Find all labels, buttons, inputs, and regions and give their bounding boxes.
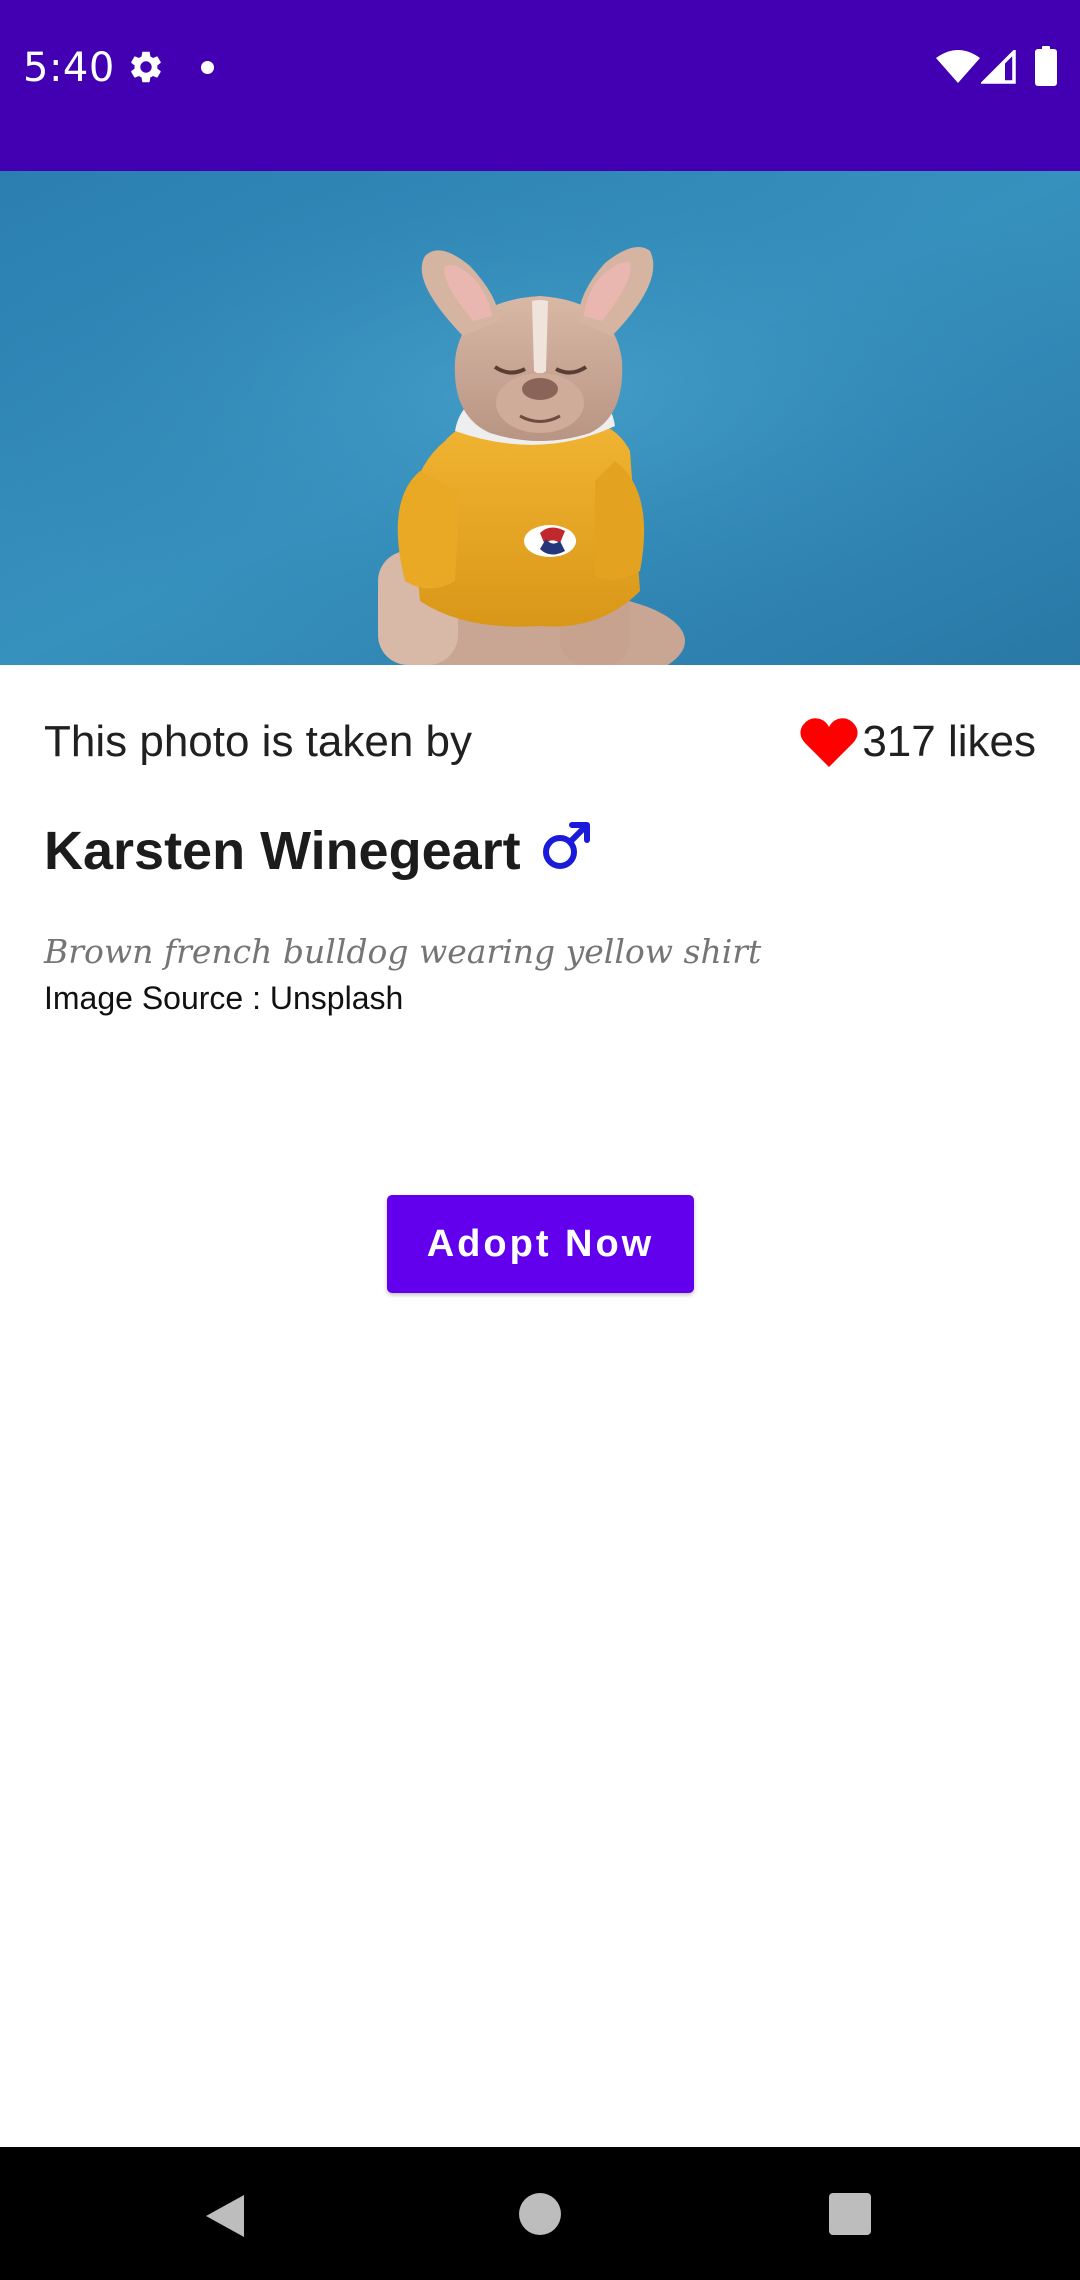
status-time: 5:40 (23, 45, 115, 91)
back-icon[interactable] (204, 2193, 246, 2239)
image-source: Image Source : Unsplash (44, 980, 404, 1016)
pet-detail-screen: 5:40 This photo is taken by 317 likes Ka… (0, 0, 1080, 2280)
home-icon[interactable] (519, 2193, 561, 2235)
navigation-bar (0, 2147, 1080, 2280)
taken-by-label: This photo is taken by (44, 717, 473, 766)
author-name: Karsten Winegeart (44, 821, 521, 881)
wifi-icon (936, 50, 980, 83)
notification-dot-icon (201, 61, 214, 74)
heart-icon[interactable] (800, 716, 858, 768)
author-row: Karsten Winegeart (44, 816, 591, 886)
gear-icon (131, 51, 161, 83)
signal-icon (981, 50, 1016, 84)
photo-description: Brown french bulldog wearing yellow shir… (44, 932, 762, 971)
likes-count: 317 likes (862, 717, 1036, 766)
adopt-now-button[interactable]: Adopt Now (387, 1195, 694, 1293)
status-bar: 5:40 (0, 0, 1080, 171)
recents-icon[interactable] (829, 2193, 871, 2235)
photo-credit-row: This photo is taken by 317 likes (44, 712, 1036, 772)
dog-photo (0, 171, 1080, 665)
battery-icon (1035, 46, 1057, 86)
male-icon (542, 822, 590, 869)
likes-counter[interactable]: 317 likes (800, 712, 1036, 772)
